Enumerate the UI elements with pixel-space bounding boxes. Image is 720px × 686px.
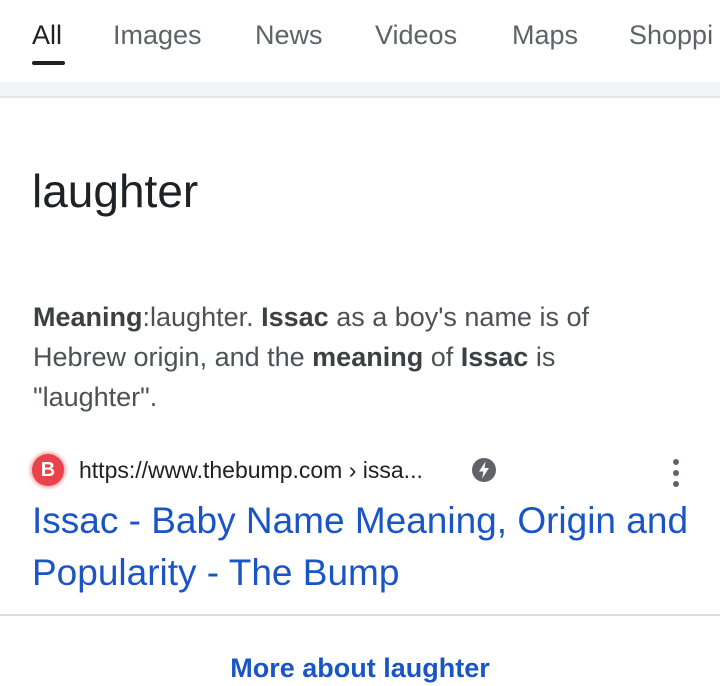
result-source-row[interactable]: B https://www.thebump.com › issa...: [32, 452, 692, 488]
featured-snippet-text: Meaning:laughter. Issac as a boy's name …: [33, 297, 683, 417]
amp-lightning-icon: [472, 458, 496, 482]
tab-shopping[interactable]: Shoppi: [629, 18, 713, 52]
tab-videos[interactable]: Videos: [375, 18, 457, 52]
result-title-link[interactable]: Issac - Baby Name Meaning, Origin and Po…: [32, 495, 692, 599]
tab-all[interactable]: All: [32, 18, 62, 52]
snippet-bold-term: Issac: [261, 302, 329, 332]
snippet-bold-term: Issac: [460, 342, 529, 372]
site-favicon: B: [32, 454, 64, 486]
tab-images[interactable]: Images: [113, 18, 202, 52]
tabs-divider: [0, 82, 720, 98]
search-tabs-bar: All Images News Videos Maps Shoppi: [0, 0, 720, 82]
more-vert-icon[interactable]: [662, 456, 690, 490]
tab-news[interactable]: News: [255, 18, 323, 52]
snippet-bold-term: meaning: [312, 342, 424, 372]
snippet-text: :laughter.: [142, 302, 262, 332]
answer-title: laughter: [32, 165, 199, 217]
search-results-page: All Images News Videos Maps Shoppi laugh…: [0, 0, 720, 686]
tab-maps[interactable]: Maps: [512, 18, 578, 52]
snippet-text: of: [423, 342, 461, 372]
active-tab-indicator: [32, 61, 65, 65]
more-about-link[interactable]: More about laughter: [0, 648, 720, 686]
result-url[interactable]: https://www.thebump.com › issa...: [79, 452, 423, 488]
snippet-bold-term: Meaning: [33, 302, 143, 332]
card-divider: [0, 614, 720, 616]
